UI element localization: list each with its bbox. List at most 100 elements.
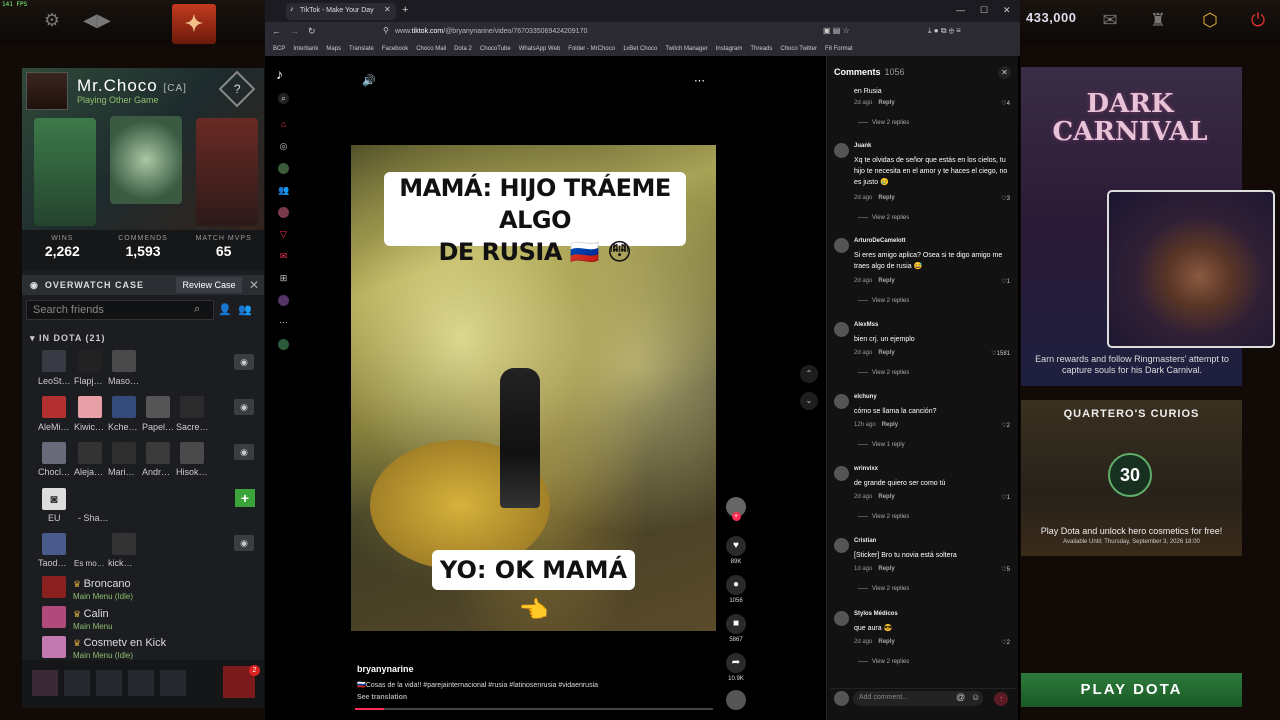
previous-video-icon[interactable]: ⌃ [800,365,818,383]
bookmark-item[interactable]: F8 Format [825,46,853,52]
author-name[interactable]: bryanynarine [357,664,414,674]
comment-like[interactable]: ♡1 [1001,278,1010,285]
comment-like[interactable]: ♡5 [1001,566,1010,573]
search-icon[interactable]: ⌕ [278,93,289,104]
reply-link[interactable]: Reply [882,422,898,428]
friend-avatar[interactable] [42,396,66,418]
mention-icon[interactable]: @ [956,692,965,702]
bookmark-item[interactable]: Translate [349,46,374,52]
friend-avatar[interactable] [112,442,136,464]
comment-username[interactable]: AlexMss [854,322,878,328]
home-icon[interactable]: ⌂ [278,119,289,130]
in-dota-header[interactable]: ▾ IN DOTA (21) [30,333,106,344]
maximize-icon[interactable]: ☐ [980,5,988,16]
comment-like[interactable]: ♡4 [1001,100,1010,107]
comment-username[interactable]: Juank [854,143,871,149]
friend-avatar[interactable] [42,606,66,628]
comment-username[interactable]: Cristian [854,538,876,544]
friend-avatar[interactable] [180,396,204,418]
bookmark-item[interactable]: Choco Mail [416,46,446,52]
friend-list-name[interactable]: ♛ Cosmetv en Kick [73,637,166,649]
profile-icon[interactable] [278,295,289,306]
add-party-button[interactable]: + [235,489,255,507]
comment-username[interactable]: elchuny [854,394,877,400]
friend-avatar[interactable] [42,636,66,658]
close-icon[interactable]: ✕ [998,66,1011,79]
bookmark-item[interactable]: ChocoTube [480,46,511,52]
share-button[interactable]: ➦ 10.9K [726,653,746,682]
comment-username[interactable]: Stylos Médicos [854,611,898,617]
music-disc[interactable] [726,690,746,710]
friend-avatar[interactable] [78,350,102,372]
eye-icon[interactable]: ◉ [234,444,254,460]
armory-icon[interactable]: ♜ [1146,6,1170,34]
avatar[interactable] [834,538,849,553]
friend-avatar[interactable] [146,396,170,418]
friend-list-name[interactable]: ♛ Calin [73,608,109,620]
close-window-icon[interactable]: ✕ [1003,5,1011,16]
volume-icon[interactable]: 🔊 [362,74,376,87]
tab-tiktok[interactable]: TikTok - Make Your Day [286,3,396,20]
avatar[interactable] [834,466,849,481]
comment-button[interactable]: ● 1056 [726,575,746,604]
settings-gear-icon[interactable]: ⚙ [40,6,64,34]
friend-avatar[interactable] [112,350,136,372]
next-video-icon[interactable]: ⌄ [800,392,818,410]
reply-link[interactable]: Reply [878,278,894,284]
comment-username[interactable]: ArturoDeCamelott [854,238,906,244]
download-icon[interactable]: ⤓ ● ⧉ ⊕ ≡ [928,26,961,36]
tiktok-logo-icon[interactable]: ♪ [276,66,283,82]
eye-icon[interactable]: ◉ [234,535,254,551]
upload-icon[interactable]: ⊞ [278,273,289,284]
activity-icon[interactable]: ▽ [278,229,289,240]
party-slot[interactable] [128,670,154,696]
emoji-icon[interactable]: ☺ [971,692,980,702]
creator-avatar[interactable]: + [726,497,746,521]
bookmark-item[interactable]: Facebook [382,46,408,52]
send-icon[interactable]: ↑ [994,692,1008,706]
friend-avatar[interactable] [42,442,66,464]
comment-like[interactable]: ♡2 [1001,639,1010,646]
following-avatar-icon[interactable] [278,163,289,174]
view-replies-link[interactable]: View 2 replies [858,215,909,221]
add-friend-icon[interactable]: 👤 [218,303,232,316]
avatar[interactable] [834,238,849,253]
view-replies-link[interactable]: View 1 reply [858,442,905,448]
view-replies-link[interactable]: View 2 replies [858,514,909,520]
dota-logo-icon[interactable]: ✦ [172,4,216,44]
avatar[interactable] [834,611,849,626]
video-progress-bar[interactable] [355,708,713,710]
reply-link[interactable]: Reply [878,350,894,356]
like-button[interactable]: ♥ 89K [726,536,746,565]
comment-like[interactable]: ♡1 [1001,494,1010,501]
comment-like[interactable]: ♡2 [1001,422,1010,429]
friend-avatar[interactable] [42,533,66,555]
avatar[interactable] [834,394,849,409]
bookmark-item[interactable]: Threads [750,46,772,52]
bookmark-item[interactable]: Maps [326,46,341,52]
site-info-icon[interactable]: ⚲ [383,26,389,35]
view-replies-link[interactable]: View 2 replies [858,370,909,376]
mail-icon[interactable]: ✉ [1098,6,1122,34]
party-slot-self[interactable] [32,670,58,696]
bookmark-item[interactable]: WhatsApp Web [519,46,561,52]
new-tab-icon[interactable]: + [402,4,408,16]
friend-avatar[interactable] [146,442,170,464]
friend-list-name[interactable]: ♛ Broncano [73,578,131,590]
bookmark-item[interactable]: Dota 2 [454,46,472,52]
bookmark-item[interactable]: Choco Twitter [780,46,817,52]
power-icon[interactable]: ⏻ [1246,6,1270,34]
live-icon[interactable] [278,207,289,218]
extension-icon[interactable]: ▣ ▤ ☆ [823,26,850,35]
plus-icon[interactable]: ⬡ [1198,6,1222,34]
friend-avatar[interactable] [112,396,136,418]
camera-icon[interactable]: ◙ [42,488,66,510]
see-translation-link[interactable]: See translation [357,694,407,701]
forward-icon[interactable]: → [290,26,299,36]
friends-icon[interactable]: 👥 [238,303,252,316]
explore-icon[interactable]: ◎ [278,141,289,152]
reply-link[interactable]: Reply [878,566,894,572]
party-slot[interactable] [96,670,122,696]
avatar[interactable] [834,143,849,158]
reply-link[interactable]: Reply [878,195,894,201]
